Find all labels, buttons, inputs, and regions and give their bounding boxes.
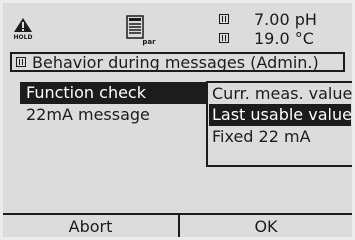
option-label: Last usable value bbox=[212, 105, 352, 124]
option-last-usable-value[interactable]: Last usable value bbox=[209, 104, 352, 126]
option-label: Curr. meas. value bbox=[212, 84, 353, 103]
menu-square-icon bbox=[16, 57, 26, 67]
ok-button[interactable]: OK bbox=[180, 215, 352, 237]
temperature-reading: 19.0 °C bbox=[254, 29, 314, 48]
channel-square-icon bbox=[219, 14, 229, 24]
hold-warning-icon: HOLD bbox=[14, 18, 33, 41]
parameter-document-icon: par bbox=[126, 15, 156, 46]
option-fixed-22ma[interactable]: Fixed 22 mA bbox=[209, 126, 351, 148]
abort-label: Abort bbox=[68, 217, 113, 236]
menu-item-function-check[interactable]: Function check bbox=[20, 82, 206, 104]
device-screen: HOLD par 7.00 pH 19.0 °C Behavior during… bbox=[0, 0, 355, 240]
ok-label: OK bbox=[254, 217, 278, 236]
hold-label: HOLD bbox=[14, 34, 33, 41]
softkey-bar: Abort OK bbox=[3, 213, 352, 237]
abort-button[interactable]: Abort bbox=[3, 215, 178, 237]
menu-title-bar: Behavior during messages (Admin.) bbox=[10, 52, 345, 72]
channel-square-icon bbox=[219, 33, 229, 43]
menu-item-label: Function check bbox=[26, 83, 146, 102]
option-curr-meas-value[interactable]: Curr. meas. value bbox=[209, 83, 353, 105]
behavior-options-dropdown[interactable]: Curr. meas. value Last usable value Fixe… bbox=[206, 81, 353, 167]
menu-item-22ma-message[interactable]: 22mA message bbox=[26, 106, 150, 124]
par-label: par bbox=[142, 38, 156, 46]
menu-title: Behavior during messages (Admin.) bbox=[32, 53, 319, 72]
option-label: Fixed 22 mA bbox=[212, 127, 311, 146]
ph-reading: 7.00 pH bbox=[254, 10, 317, 29]
